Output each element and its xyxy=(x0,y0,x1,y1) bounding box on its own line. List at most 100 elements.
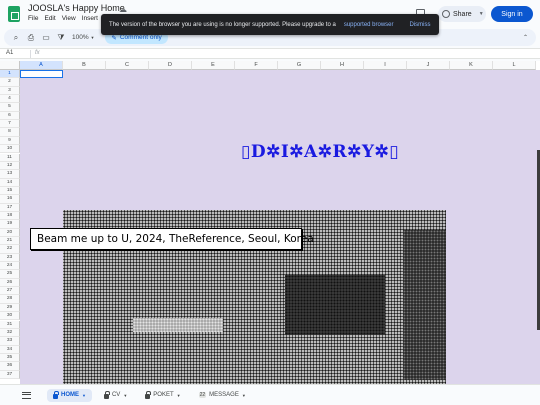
all-sheets-menu-icon[interactable] xyxy=(22,391,31,399)
sign-in-button[interactable]: Sign in xyxy=(491,6,533,22)
tab-message[interactable]: 22 MESSAGE ▼ xyxy=(193,389,252,401)
supported-browser-link[interactable]: supported browser xyxy=(344,22,394,28)
tab-message-label: MESSAGE xyxy=(209,392,239,398)
row-header-27[interactable]: 27 xyxy=(0,287,20,296)
tab-cv-label: CV xyxy=(111,392,121,398)
collapse-toolbar-icon[interactable]: ⌃ xyxy=(523,34,528,41)
globe-icon xyxy=(442,10,450,18)
row-header-24[interactable]: 24 xyxy=(0,262,20,271)
print-icon[interactable]: ⎙ xyxy=(27,33,35,42)
row-header-25[interactable]: 25 xyxy=(0,270,20,279)
sheets-logo-icon[interactable] xyxy=(8,6,20,22)
search-icon[interactable]: ⌕ xyxy=(12,33,20,42)
column-header-c[interactable]: C xyxy=(106,61,149,70)
menu-file[interactable]: File xyxy=(28,15,38,22)
message-badge-icon: 22 xyxy=(198,392,207,398)
filter-icon[interactable]: ⧩ xyxy=(57,33,65,42)
row-header-5[interactable]: 5 xyxy=(0,103,20,112)
chevron-down-icon: ▼ xyxy=(478,11,484,17)
tab-poket-label: POKET xyxy=(153,392,174,398)
lock-icon xyxy=(53,390,60,399)
menu-view[interactable]: View xyxy=(62,15,76,22)
row-header-28[interactable]: 28 xyxy=(0,295,20,304)
row-header-18[interactable]: 18 xyxy=(0,211,20,221)
row-header-34[interactable]: 34 xyxy=(0,345,20,354)
row-header-19[interactable]: 19 xyxy=(0,220,20,229)
row-header-3[interactable]: 3 xyxy=(0,86,20,96)
row-header-2[interactable]: 2 xyxy=(0,78,20,87)
row-header-12[interactable]: 12 xyxy=(0,161,20,171)
row-header-1[interactable]: 1 xyxy=(0,70,20,79)
row-header-6[interactable]: 6 xyxy=(0,111,20,121)
fx-icon: fx xyxy=(35,50,40,56)
row-header-36[interactable]: 36 xyxy=(0,362,20,371)
row-header-20[interactable]: 20 xyxy=(0,228,20,237)
row-header-31[interactable]: 31 xyxy=(0,320,20,329)
column-header-a[interactable]: A xyxy=(20,61,63,70)
row-header-22[interactable]: 22 xyxy=(0,245,20,254)
row-header-37[interactable]: 37 xyxy=(0,370,20,379)
zoom-value: 100% xyxy=(72,34,89,41)
photo-dark-region xyxy=(285,275,385,335)
row-header-23[interactable]: 23 xyxy=(0,253,20,263)
tab-home[interactable]: HOME ▼ xyxy=(47,388,92,402)
selected-cell-a1[interactable] xyxy=(20,70,63,78)
sheet-tab-bar: HOME ▼ CV ▼ POKET ▼ 22 MESSAGE ▼ xyxy=(0,384,540,405)
row-header-7[interactable]: 7 xyxy=(0,120,20,129)
comment-icon[interactable]: ▭ xyxy=(42,33,50,42)
tab-cv[interactable]: CV ▼ xyxy=(98,389,133,402)
zoom-select[interactable]: 100% ▼ xyxy=(72,34,94,41)
column-header-k[interactable]: K xyxy=(450,61,493,70)
toast-message: The version of the browser you are using… xyxy=(109,21,336,28)
column-header-d[interactable]: D xyxy=(149,61,192,70)
formula-divider xyxy=(30,50,31,58)
photo-light-region xyxy=(133,318,223,332)
row-header-4[interactable]: 4 xyxy=(0,95,20,104)
column-header-f[interactable]: F xyxy=(235,61,278,70)
diary-title: ▯D✲I✲A✲R✲Y✲▯ xyxy=(241,142,400,162)
column-header-h[interactable]: H xyxy=(321,61,364,70)
column-header-l[interactable]: L xyxy=(493,61,536,70)
chevron-down-icon: ▼ xyxy=(123,392,128,398)
row-header-26[interactable]: 26 xyxy=(0,278,20,288)
chevron-down-icon: ▼ xyxy=(176,392,181,398)
chevron-down-icon: ▼ xyxy=(90,35,95,40)
dismiss-button[interactable]: Dismiss xyxy=(410,22,431,28)
row-header-16[interactable]: 16 xyxy=(0,195,20,204)
lock-icon xyxy=(145,390,152,399)
row-header-11[interactable]: 11 xyxy=(0,153,20,162)
row-header-32[interactable]: 32 xyxy=(0,328,20,338)
share-button[interactable]: Share ▼ xyxy=(438,6,486,22)
row-header-9[interactable]: 9 xyxy=(0,136,20,146)
menu-bar: File Edit View Insert xyxy=(28,15,98,22)
chevron-down-icon: ▼ xyxy=(241,392,246,398)
chevron-down-icon: ▼ xyxy=(82,392,86,398)
column-header-b[interactable]: B xyxy=(63,61,106,70)
column-header-j[interactable]: J xyxy=(407,61,450,70)
document-title[interactable]: JOOSLA's Happy Home xyxy=(28,3,125,13)
name-box[interactable]: A1 xyxy=(6,50,13,56)
column-header-i[interactable]: I xyxy=(364,61,407,70)
row-header-17[interactable]: 17 xyxy=(0,203,20,212)
select-all-corner[interactable] xyxy=(0,61,20,70)
row-header-10[interactable]: 10 xyxy=(0,145,20,154)
cloud-status-icon[interactable]: ☁ xyxy=(119,5,127,14)
column-header-e[interactable]: E xyxy=(192,61,235,70)
lock-icon xyxy=(103,390,111,399)
row-header-35[interactable]: 35 xyxy=(0,353,20,363)
row-header-13[interactable]: 13 xyxy=(0,170,20,179)
sheet-grid[interactable]: ABCDEFGHIJKL 1 2 3 4 5 6 7 8 9 10 11 12 13 14 15 16 17 18… xyxy=(0,61,540,384)
row-header-21[interactable]: 21 xyxy=(0,237,20,246)
row-header-33[interactable]: 33 xyxy=(0,337,20,346)
spreadsheet-app: JOOSLA's Happy Home ☁ File Edit View Ins… xyxy=(0,0,540,405)
row-header-14[interactable]: 14 xyxy=(0,178,20,187)
sheet-canvas[interactable]: ▯D✲I✲A✲R✲Y✲▯ Beam me up to U, 2024, TheR… xyxy=(20,70,540,384)
column-header-g[interactable]: G xyxy=(278,61,321,70)
row-header-15[interactable]: 15 xyxy=(0,186,20,196)
menu-insert[interactable]: Insert xyxy=(82,15,98,22)
row-header-8[interactable]: 8 xyxy=(0,128,20,137)
row-header-29[interactable]: 29 xyxy=(0,303,20,313)
tab-poket[interactable]: POKET ▼ xyxy=(139,389,186,402)
menu-edit[interactable]: Edit xyxy=(44,15,55,22)
row-header-30[interactable]: 30 xyxy=(0,312,20,321)
